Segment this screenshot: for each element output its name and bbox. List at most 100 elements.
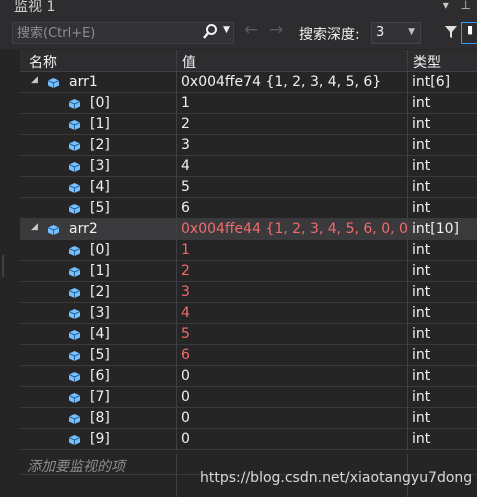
watch-value[interactable]: 0x004ffe74 {1, 2, 3, 4, 5, 6} [181, 74, 407, 90]
watch-name[interactable]: [0] [90, 242, 110, 258]
watch-name[interactable]: [4] [90, 326, 110, 342]
watch-row-parent[interactable]: ◢ arr1 0x004ffe74 {1, 2, 3, 4, 5, 6} int[6] [20, 72, 477, 93]
watch-type: int[6] [412, 74, 451, 90]
search-depth-value: 3 [376, 25, 385, 40]
watch-row-child[interactable]: [0] 1 int [20, 240, 477, 261]
watch-name[interactable]: [2] [90, 137, 110, 153]
watch-value[interactable]: 5 [181, 326, 407, 342]
watch-type: int [412, 284, 431, 300]
search-box[interactable]: ▼ [12, 22, 234, 44]
add-watch-placeholder[interactable]: 添加要监视的项 [27, 456, 125, 476]
watch-row-child[interactable]: [6] 0 int [20, 366, 477, 387]
watch-value[interactable]: 3 [181, 137, 407, 153]
watch-type: int [412, 368, 431, 384]
watch-name[interactable]: [5] [90, 200, 110, 216]
watch-type: int [412, 431, 431, 447]
watch-value[interactable]: 5 [181, 179, 407, 195]
watch-value[interactable]: 6 [181, 347, 407, 363]
expand-collapse-icon[interactable]: ◢ [31, 75, 38, 85]
watch-name[interactable]: arr2 [69, 221, 98, 237]
watch-row-child[interactable]: [3] 4 int [20, 156, 477, 177]
watch-name[interactable]: [5] [90, 347, 110, 363]
variable-cube-icon [68, 119, 81, 130]
watch-row-child[interactable]: [5] 6 int [20, 345, 477, 366]
watch-row-child[interactable]: [4] 5 int [20, 324, 477, 345]
watch-row-child[interactable]: [3] 4 int [20, 303, 477, 324]
watch-value[interactable]: 4 [181, 158, 407, 174]
column-header-value[interactable]: 值 [182, 52, 196, 72]
search-back-icon[interactable]: ← [244, 20, 258, 40]
watch-name[interactable]: [8] [90, 410, 110, 426]
search-depth-label: 搜索深度: [299, 27, 360, 43]
watch-value[interactable]: 3 [181, 284, 407, 300]
watch-value[interactable]: 2 [181, 263, 407, 279]
watch-row-child[interactable]: [1] 2 int [20, 114, 477, 135]
variable-cube-icon [68, 434, 81, 445]
watch-value[interactable]: 2 [181, 116, 407, 132]
watch-name[interactable]: [2] [90, 284, 110, 300]
watch-type: int[10] [412, 221, 459, 237]
window-buttons[interactable]: ▾ ⊥ [443, 0, 475, 12]
variable-cube-icon [68, 371, 81, 382]
view-mode-icon[interactable]: ▮ [461, 22, 477, 44]
watch-row-child[interactable]: [4] 5 int [20, 177, 477, 198]
watch-name[interactable]: [3] [90, 158, 110, 174]
watch-value[interactable]: 0 [181, 368, 407, 384]
watch-name[interactable]: [9] [90, 431, 110, 447]
watch-type: int [412, 137, 431, 153]
watch-name[interactable]: arr1 [69, 74, 98, 90]
watch-grid: 名称 值 类型 ◢ arr1 0x004ffe74 {1, 2, 3, 4, 5, … [20, 50, 477, 497]
variable-cube-icon [68, 329, 81, 340]
watch-value[interactable]: 0 [181, 389, 407, 405]
watch-type: int [412, 305, 431, 321]
watch-name[interactable]: [1] [90, 263, 110, 279]
variable-cube-icon [68, 308, 81, 319]
watch-name[interactable]: [6] [90, 368, 110, 384]
watch-row-child[interactable]: [9] 0 int [20, 429, 477, 450]
watch-row-parent[interactable]: ◢ arr2 0x004ffe44 {1, 2, 3, 4, 5, 6, 0, 0,… [20, 219, 477, 240]
watch-value[interactable]: 1 [181, 95, 407, 111]
variable-cube-icon [68, 266, 81, 277]
watch-value[interactable]: 0x004ffe44 {1, 2, 3, 4, 5, 6, 0, 0, 0, .… [181, 221, 407, 237]
variable-cube-icon [68, 350, 81, 361]
watch-value[interactable]: 0 [181, 431, 407, 447]
variable-cube-icon [68, 203, 81, 214]
watch-type: int [412, 242, 431, 258]
watch-type: int [412, 326, 431, 342]
filter-pin-icon[interactable] [444, 24, 458, 44]
watch-type: int [412, 410, 431, 426]
watch-name[interactable]: [4] [90, 179, 110, 195]
watch-row-child[interactable]: [2] 3 int [20, 135, 477, 156]
watch-row-child[interactable]: [1] 2 int [20, 261, 477, 282]
watermark: https://blog.csdn.net/xiaotangyu7dong [200, 470, 473, 486]
watch-row-child[interactable]: [0] 1 int [20, 93, 477, 114]
watch-type: int [412, 200, 431, 216]
column-header-name[interactable]: 名称 [29, 52, 57, 72]
watch-name[interactable]: [1] [90, 116, 110, 132]
watch-name[interactable]: [3] [90, 305, 110, 321]
watch-value[interactable]: 6 [181, 200, 407, 216]
watch-row-child[interactable]: [5] 6 int [20, 198, 477, 219]
variable-cube-icon [68, 392, 81, 403]
watch-type: int [412, 116, 431, 132]
watch-name[interactable]: [0] [90, 95, 110, 111]
search-input[interactable] [17, 24, 197, 42]
watch-name[interactable]: [7] [90, 389, 110, 405]
watch-row-child[interactable]: [8] 0 int [20, 408, 477, 429]
search-icon[interactable] [202, 23, 218, 45]
expand-collapse-icon[interactable]: ◢ [31, 222, 38, 232]
column-header-type[interactable]: 类型 [413, 52, 441, 72]
left-gutter [0, 50, 20, 497]
watch-type: int [412, 347, 431, 363]
watch-row-child[interactable]: [7] 0 int [20, 387, 477, 408]
variable-cube-icon [68, 182, 81, 193]
chevron-down-icon: ▼ [408, 27, 415, 37]
watch-value[interactable]: 1 [181, 242, 407, 258]
search-options-chevron-down-icon[interactable]: ▼ [223, 25, 230, 35]
variable-cube-icon [68, 287, 81, 298]
search-depth-select[interactable]: 3 ▼ [371, 22, 421, 44]
watch-row-child[interactable]: [2] 3 int [20, 282, 477, 303]
watch-value[interactable]: 0 [181, 410, 407, 426]
search-forward-icon[interactable]: → [269, 20, 283, 40]
watch-value[interactable]: 4 [181, 305, 407, 321]
